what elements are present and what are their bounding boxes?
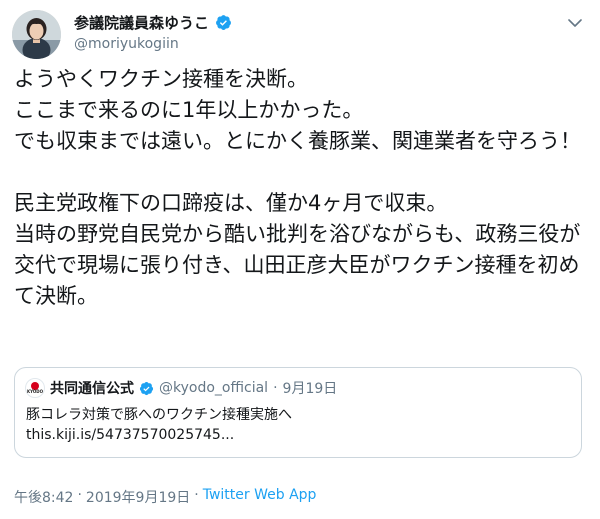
tweet-paragraph: 民主党政権下の口蹄疫は、僅か4ヶ月で収束。 当時の野党自民党から酷い批判を浴びな… (14, 191, 581, 308)
tweet-text: ようやくワクチン接種を決断。 ここまで来るのに1年以上かかった。 でも収束までは… (14, 64, 589, 312)
chevron-down-icon[interactable] (564, 12, 586, 34)
tweet-metadata: 午後8:42 · 2019年9月19日 · Twitter Web App (14, 487, 316, 507)
separator-dot: · (273, 380, 278, 396)
verified-badge-icon (215, 14, 232, 31)
quoted-tweet-card[interactable]: KYODO 共同通信公式 @kyodo_official · 9月19日 豚コレ… (14, 367, 582, 458)
quoted-tweet-text: 豚コレラ対策で豚へのワクチン接種実施へ this.kiji.is/5473757… (26, 405, 566, 445)
separator-dot: · (77, 487, 82, 503)
author-name-row: 参議院議員森ゆうこ (74, 12, 232, 33)
verified-badge-icon (139, 381, 154, 396)
avatar-photo (12, 10, 61, 59)
tweet-paragraph: ようやくワクチン接種を決断。 ここまで来るのに1年以上かかった。 でも収束までは… (14, 67, 581, 153)
author-display-name[interactable]: 参議院議員森ゆうこ (74, 12, 209, 33)
quoted-tweet-link[interactable]: this.kiji.is/54737570025745... (26, 425, 566, 445)
quoted-author-name: 共同通信公式 (50, 381, 134, 397)
quoted-author-handle: @kyodo_official (159, 380, 269, 396)
avatar[interactable] (12, 10, 61, 59)
source-app-link[interactable]: Twitter Web App (203, 487, 317, 507)
tweet-date[interactable]: 2019年9月19日 (86, 487, 190, 507)
separator-dot: · (194, 487, 199, 503)
author-handle[interactable]: @moriyukogiin (74, 36, 179, 52)
quoted-tweet-date: 9月19日 (282, 381, 338, 397)
tweet-time[interactable]: 午後8:42 (14, 487, 73, 507)
kyodo-logo-icon: KYODO (25, 378, 45, 398)
quoted-tweet-body: 豚コレラ対策で豚へのワクチン接種実施へ (26, 407, 292, 423)
quoted-tweet-header: KYODO 共同通信公式 @kyodo_official · 9月19日 (25, 378, 337, 398)
